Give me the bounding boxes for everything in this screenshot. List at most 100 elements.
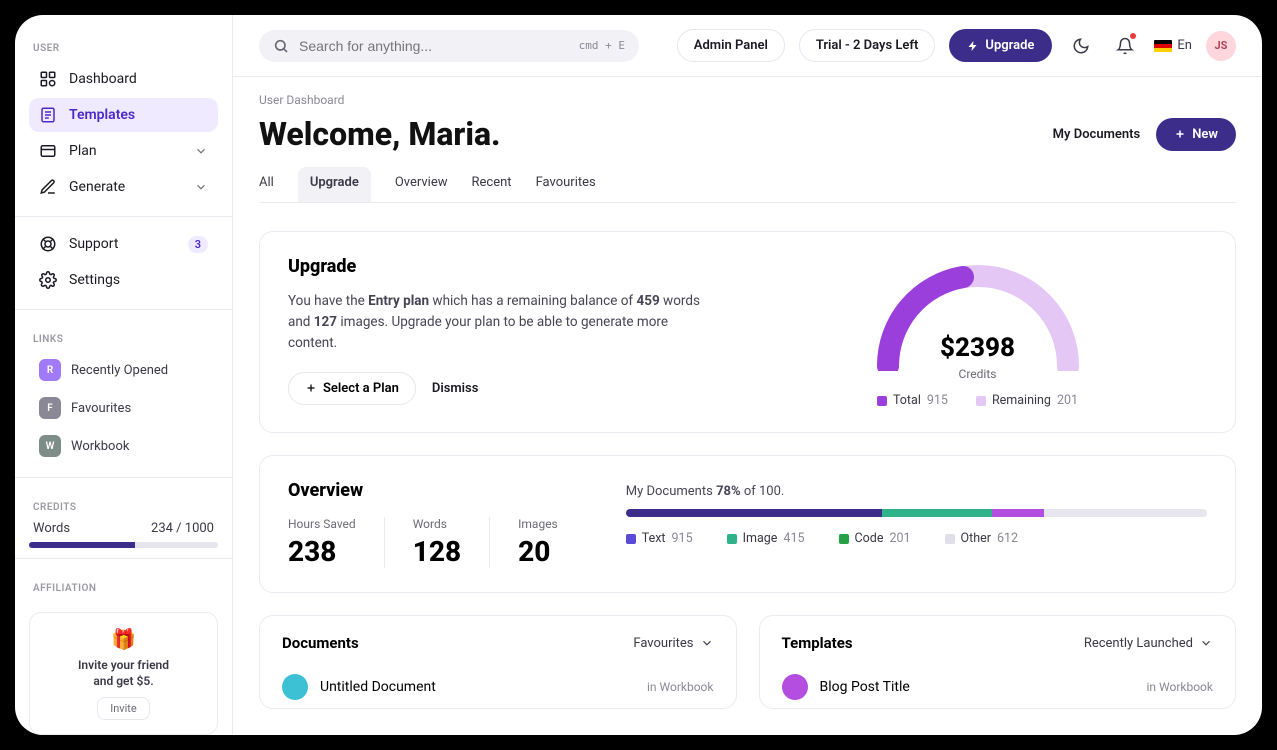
tab-all[interactable]: All <box>259 167 274 202</box>
link-workbook[interactable]: W Workbook <box>29 429 218 463</box>
upgrade-title: Upgrade <box>288 256 718 277</box>
search-input[interactable] <box>299 38 569 54</box>
templates-card: Templates Recently Launched Blog Post Ti… <box>759 615 1237 709</box>
pencil-icon <box>39 178 57 196</box>
nav-label: Plan <box>69 143 97 159</box>
grid-icon <box>39 70 57 88</box>
sidebar-section-links: LINKS <box>33 334 218 345</box>
theme-toggle[interactable] <box>1066 31 1096 61</box>
plus-icon <box>305 382 317 394</box>
nav-templates[interactable]: Templates <box>29 98 218 132</box>
gauge-label: Credits <box>868 367 1088 381</box>
link-label: Recently Opened <box>71 363 168 378</box>
chevron-down-icon <box>194 180 208 194</box>
gift-icon: 🎁 <box>40 627 207 651</box>
credits-progress <box>29 542 218 548</box>
my-documents-link[interactable]: My Documents <box>1049 119 1145 150</box>
language-switcher[interactable]: En <box>1154 38 1192 53</box>
nav-label: Settings <box>69 272 120 288</box>
gear-icon <box>39 271 57 289</box>
credits-value: 234 / 1000 <box>151 521 214 536</box>
bell-icon <box>1116 37 1134 55</box>
sidebar-section-user: USER <box>33 43 218 54</box>
chevron-down-icon <box>1199 636 1213 650</box>
stat-words: Words 128 <box>385 517 490 568</box>
support-badge: 3 <box>188 236 208 253</box>
template-location: in Workbook <box>1147 680 1214 694</box>
upgrade-text: You have the Entry plan which has a rema… <box>288 291 718 354</box>
overview-caption: My Documents 78% of 100. <box>626 484 1207 499</box>
affiliation-card: 🎁 Invite your friend and get $5. Invite <box>29 612 218 735</box>
overview-title: Overview <box>288 480 586 501</box>
gauge-value: $2398 <box>868 333 1088 363</box>
new-button[interactable]: New <box>1156 118 1236 151</box>
bolt-icon <box>967 40 979 52</box>
template-avatar <box>782 674 808 700</box>
affil-text: Invite your friend and get $5. <box>40 657 207 689</box>
document-title: Untitled Document <box>320 679 436 695</box>
gauge-legend: Total915 Remaining201 <box>877 393 1078 408</box>
template-row[interactable]: Blog Post Title in Workbook <box>782 666 1214 708</box>
nav-label: Templates <box>69 107 135 123</box>
document-avatar <box>282 674 308 700</box>
credits-name: Words <box>33 521 70 536</box>
link-badge: F <box>39 397 61 419</box>
nav-label: Dashboard <box>69 71 137 87</box>
nav-dashboard[interactable]: Dashboard <box>29 62 218 96</box>
link-favourites[interactable]: F Favourites <box>29 391 218 425</box>
template-title: Blog Post Title <box>820 679 910 695</box>
nav-settings[interactable]: Settings <box>29 263 218 297</box>
stat-images: Images 20 <box>490 517 586 568</box>
documents-title: Documents <box>282 634 359 652</box>
sidebar-section-credits: CREDITS <box>33 502 218 513</box>
plus-icon <box>1174 128 1186 140</box>
template-icon <box>39 106 57 124</box>
dismiss-button[interactable]: Dismiss <box>432 381 479 396</box>
documents-card: Documents Favourites Untitled Document i… <box>259 615 737 709</box>
upgrade-button[interactable]: Upgrade <box>949 29 1052 62</box>
search[interactable]: cmd + E <box>259 30 639 62</box>
tab-overview[interactable]: Overview <box>395 167 448 202</box>
flag-icon <box>1154 40 1172 52</box>
select-plan-button[interactable]: Select a Plan <box>288 372 416 405</box>
link-badge: W <box>39 435 61 457</box>
chevron-down-icon <box>700 636 714 650</box>
documents-filter-dropdown[interactable]: Favourites <box>633 636 713 651</box>
nav-plan[interactable]: Plan <box>29 134 218 168</box>
link-label: Workbook <box>71 439 129 454</box>
overview-card: Overview Hours Saved 238 Words 128 Image… <box>259 455 1236 593</box>
link-badge: R <box>39 359 61 381</box>
upgrade-card: Upgrade You have the Entry plan which ha… <box>259 231 1236 433</box>
credits-gauge: $2398 Credits <box>868 256 1088 371</box>
notifications-button[interactable] <box>1110 31 1140 61</box>
nav-support[interactable]: Support 3 <box>29 227 218 261</box>
invite-button[interactable]: Invite <box>97 697 150 720</box>
link-recently-opened[interactable]: R Recently Opened <box>29 353 218 387</box>
moon-icon <box>1072 37 1090 55</box>
lifebuoy-icon <box>39 235 57 253</box>
page-title: Welcome, Maria. <box>259 115 501 153</box>
trial-status-button[interactable]: Trial - 2 Days Left <box>799 29 936 62</box>
tab-upgrade[interactable]: Upgrade <box>298 167 371 202</box>
search-icon <box>273 38 289 54</box>
tab-recent[interactable]: Recent <box>472 167 512 202</box>
avatar[interactable]: JS <box>1206 31 1236 61</box>
notification-dot <box>1130 33 1136 39</box>
document-row[interactable]: Untitled Document in Workbook <box>282 666 714 708</box>
topbar: cmd + E Admin Panel Trial - 2 Days Left … <box>233 15 1262 76</box>
tabs: All Upgrade Overview Recent Favourites <box>259 167 1236 203</box>
documents-breakdown-bar <box>626 509 1207 517</box>
search-shortcut: cmd + E <box>579 39 625 52</box>
nav-generate[interactable]: Generate <box>29 170 218 204</box>
tab-favourites[interactable]: Favourites <box>536 167 596 202</box>
overview-legend: Text915 Image415 Code201 Other612 <box>626 531 1207 546</box>
sidebar-section-affiliation: AFFILIATION <box>33 583 218 594</box>
document-location: in Workbook <box>647 680 714 694</box>
plan-icon <box>39 142 57 160</box>
breadcrumb: User Dashboard <box>259 93 1236 107</box>
admin-panel-button[interactable]: Admin Panel <box>677 29 785 62</box>
nav-label: Support <box>69 236 118 252</box>
chevron-down-icon <box>194 144 208 158</box>
nav-label: Generate <box>69 179 125 195</box>
templates-filter-dropdown[interactable]: Recently Launched <box>1084 636 1213 651</box>
